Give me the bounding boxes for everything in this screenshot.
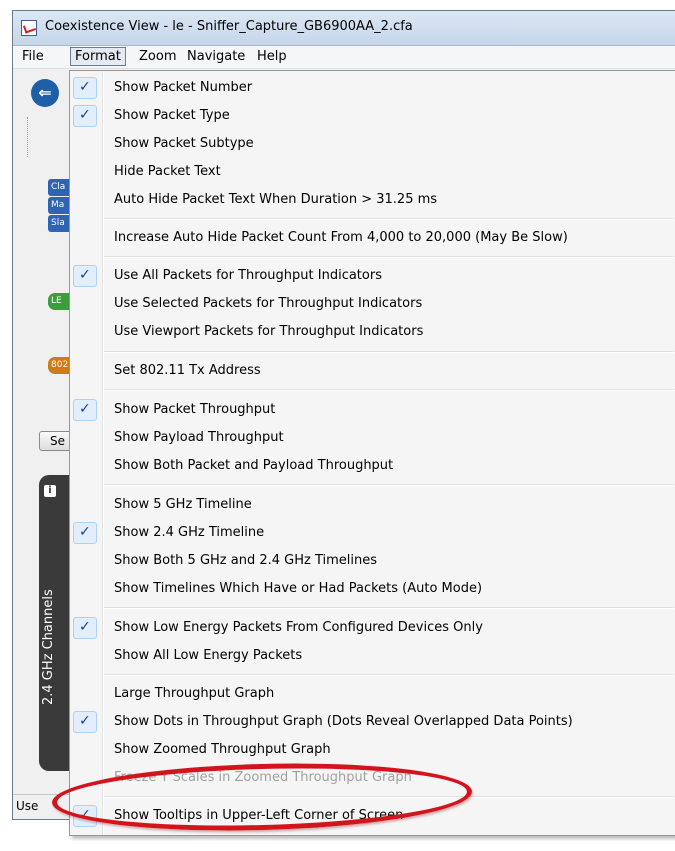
menu-separator	[104, 674, 674, 676]
menu-item-use-all-packets[interactable]: ✓ Use All Packets for Throughput Indicat…	[70, 263, 675, 291]
checkmark-icon: ✓	[73, 711, 97, 733]
menu-item-show-24ghz-timeline[interactable]: ✓ Show 2.4 GHz Timeline	[70, 520, 675, 548]
menu-navigate[interactable]: Navigate	[183, 49, 249, 64]
divider	[27, 117, 29, 157]
menu-item-set-tx-address[interactable]: Set 802.11 Tx Address	[70, 358, 675, 386]
menu-item-show-packet-number[interactable]: ✓ Show Packet Number	[70, 75, 675, 103]
window-title: Coexistence View - le - Sniffer_Capture_…	[45, 19, 413, 34]
menu-item-large-throughput-graph[interactable]: Large Throughput Graph	[70, 681, 675, 709]
format-menu: ✓ Show Packet Number ✓ Show Packet Type …	[69, 70, 675, 836]
menu-file[interactable]: File	[18, 49, 48, 64]
menu-bar: File Format Zoom Navigate Help	[13, 46, 675, 69]
menu-item-zoomed-throughput-graph[interactable]: Show Zoomed Throughput Graph	[70, 737, 675, 765]
left-pane: ⇐ Cla Ma Sla LE 802 Se i 2.4 GHz Channel…	[13, 69, 79, 795]
checkmark-icon: ✓	[73, 399, 97, 421]
checkmark-icon: ✓	[73, 105, 97, 127]
menu-item-show-payload-throughput[interactable]: Show Payload Throughput	[70, 425, 675, 453]
menu-item-increase-auto-hide-count[interactable]: Increase Auto Hide Packet Count From 4,0…	[70, 225, 675, 253]
menu-item-show-5ghz-timeline[interactable]: Show 5 GHz Timeline	[70, 492, 675, 520]
menu-item-hide-packet-text[interactable]: Hide Packet Text	[70, 159, 675, 187]
menu-item-auto-mode-timelines[interactable]: Show Timelines Which Have or Had Packets…	[70, 576, 675, 604]
menu-item-freeze-y-scales: Freeze Y Scales in Zoomed Throughput Gra…	[114, 770, 412, 785]
info-icon[interactable]: i	[44, 485, 56, 497]
channels-label: 2.4 GHz Channels	[41, 589, 56, 705]
menu-item-all-le-packets[interactable]: Show All Low Energy Packets	[70, 643, 675, 671]
menu-separator	[104, 389, 674, 391]
menu-format[interactable]: Format	[70, 47, 126, 66]
checkmark-icon: ✓	[73, 77, 97, 99]
checkmark-icon: ✓	[73, 805, 97, 827]
menu-item-show-tooltips-upper-left[interactable]: ✓ Show Tooltips in Upper-Left Corner of …	[70, 803, 675, 831]
menu-item-show-packet-type[interactable]: ✓ Show Packet Type	[70, 103, 675, 131]
menu-separator	[104, 607, 674, 609]
status-text: Use	[16, 799, 39, 813]
menu-separator	[104, 484, 674, 486]
menu-help[interactable]: Help	[253, 49, 291, 64]
menu-separator	[104, 796, 674, 798]
menu-item-show-both-timelines[interactable]: Show Both 5 GHz and 2.4 GHz Timelines	[70, 548, 675, 576]
checkmark-icon: ✓	[73, 617, 97, 639]
menu-separator	[104, 218, 674, 220]
menu-item-show-packet-subtype[interactable]: Show Packet Subtype	[70, 131, 675, 159]
back-arrow-icon[interactable]: ⇐	[31, 79, 59, 107]
menu-item-auto-hide-packet-text[interactable]: Auto Hide Packet Text When Duration > 31…	[70, 187, 675, 215]
menu-separator	[104, 256, 674, 258]
checkmark-icon: ✓	[73, 265, 97, 287]
menu-item-show-packet-throughput[interactable]: ✓ Show Packet Throughput	[70, 397, 675, 425]
menu-item-use-selected-packets[interactable]: Use Selected Packets for Throughput Indi…	[70, 291, 675, 319]
menu-separator	[104, 351, 674, 353]
checkmark-icon: ✓	[73, 522, 97, 544]
channels-panel: i 2.4 GHz Channels	[39, 475, 73, 771]
app-icon	[21, 20, 37, 36]
menu-item-use-viewport-packets[interactable]: Use Viewport Packets for Throughput Indi…	[70, 319, 675, 347]
menu-zoom[interactable]: Zoom	[135, 49, 180, 64]
menu-item-show-dots[interactable]: ✓ Show Dots in Throughput Graph (Dots Re…	[70, 709, 675, 737]
title-bar: Coexistence View - le - Sniffer_Capture_…	[13, 11, 675, 46]
menu-item-show-both-throughput[interactable]: Show Both Packet and Payload Throughput	[70, 453, 675, 481]
menu-item-le-configured-only[interactable]: ✓ Show Low Energy Packets From Configure…	[70, 615, 675, 643]
